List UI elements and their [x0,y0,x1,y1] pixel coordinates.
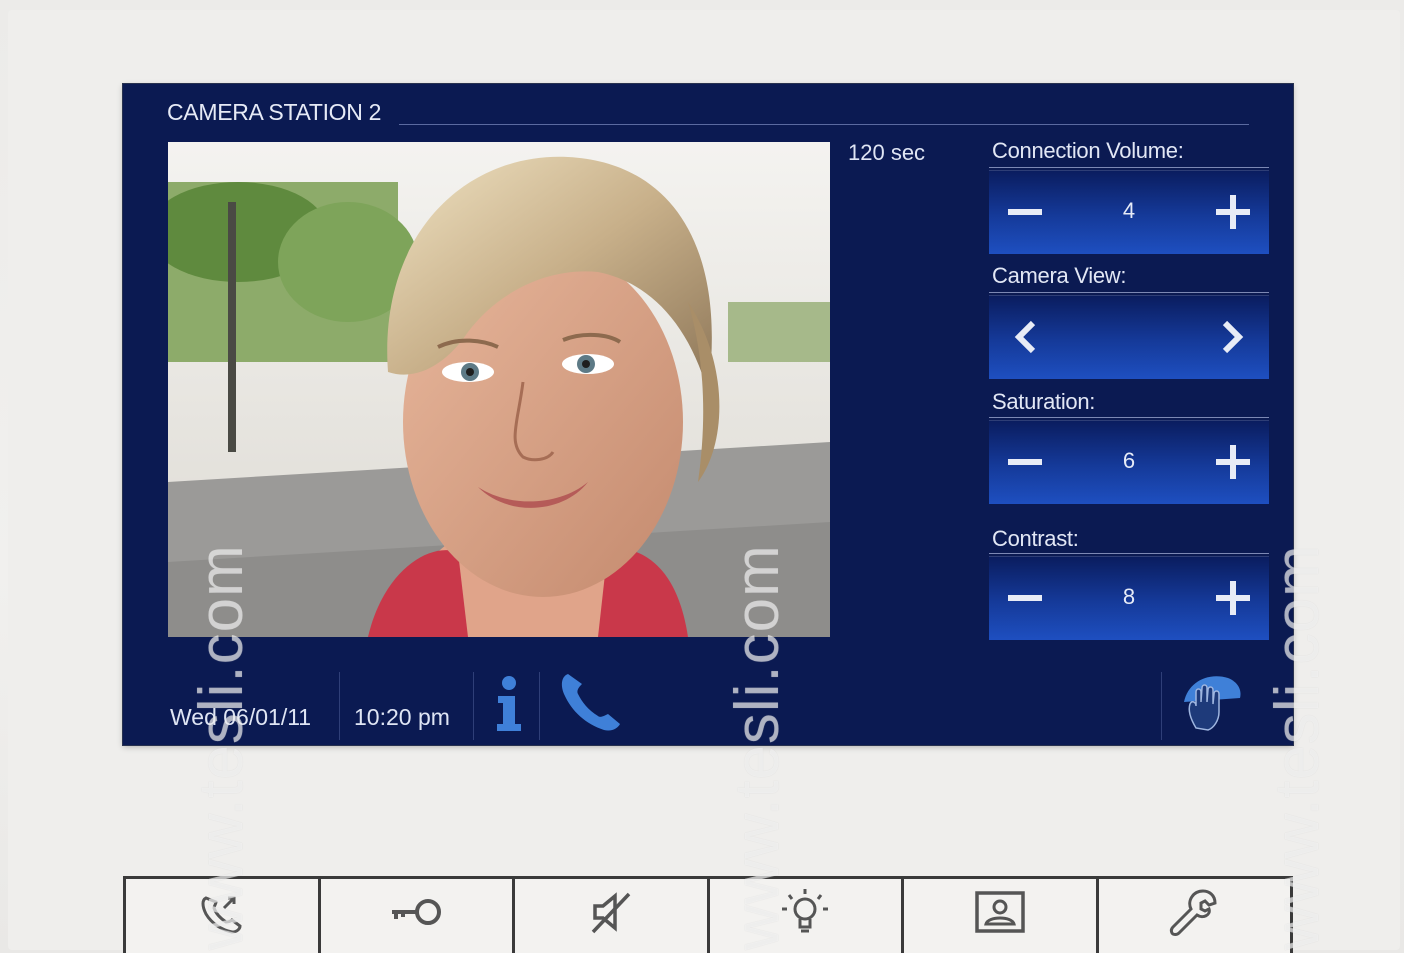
connection-volume-divider [989,167,1269,168]
time-display: 10:20 pm [354,704,450,730]
contrast-decrease-button[interactable] [993,570,1057,626]
status-divider [539,672,540,740]
saturation-increase-button[interactable] [1201,434,1265,490]
minus-icon [1008,595,1042,601]
screen-clean-button[interactable] [1178,668,1244,741]
volume-decrease-button[interactable] [993,184,1057,240]
hw-camera-station-button[interactable] [904,879,1099,953]
volume-increase-button[interactable] [1201,184,1265,240]
phone-handset-icon [561,674,620,731]
minus-icon [1008,459,1042,465]
contrast-divider [989,553,1269,554]
hw-mute-button[interactable] [515,879,710,953]
camera-view-control [989,295,1269,379]
chevron-left-icon [1014,320,1036,354]
contrast-control: 8 [989,556,1269,640]
saturation-divider [989,417,1269,418]
call-button[interactable] [558,670,624,739]
status-divider [473,672,474,740]
camera-prev-button[interactable] [993,309,1057,365]
watermark-text: www.tesli.com [187,544,256,950]
hw-door-open-button[interactable] [321,879,515,953]
hand-wipe-icon [1184,676,1241,731]
hardware-button-row [123,876,1293,953]
saturation-label: Saturation: [992,389,1096,414]
door-key-icon [392,899,442,925]
wrench-settings-icon [1170,889,1217,936]
monitor-screen: CAMERA STATION 2 120 sec Connection Volu… [123,84,1293,745]
watermark-text: www.tesli.com [723,544,792,950]
plus-icon [1216,581,1250,615]
status-divider [1161,672,1162,740]
status-bar: Wed 06/01/11 10:20 pm [123,664,1293,745]
mute-icon [591,892,631,934]
connection-volume-label: Connection Volume: [992,138,1184,163]
status-divider [339,672,340,740]
watermark-text: www.tesli.com [1263,544,1332,950]
saturation-decrease-button[interactable] [993,434,1057,490]
volume-value: 4 [1122,198,1136,223]
minus-icon [1008,209,1042,215]
camera-next-button[interactable] [1201,309,1265,365]
station-title: CAMERA STATION 2 [167,99,382,125]
saturation-control: 6 [989,420,1269,504]
plus-icon [1216,445,1250,479]
call-timer: 120 sec [848,140,926,165]
contrast-label: Contrast: [992,526,1079,551]
camera-view-label: Camera View: [992,263,1127,288]
plus-icon [1216,195,1250,229]
connection-volume-control: 4 [989,170,1269,254]
contrast-value: 8 [1122,584,1136,609]
info-icon [497,676,521,731]
saturation-value: 6 [1122,448,1136,473]
info-button[interactable] [489,674,529,739]
camera-station-icon [975,891,1025,933]
chevron-right-icon [1222,320,1244,354]
title-divider [399,124,1249,125]
contrast-increase-button[interactable] [1201,570,1265,626]
camera-view-divider [989,292,1269,293]
